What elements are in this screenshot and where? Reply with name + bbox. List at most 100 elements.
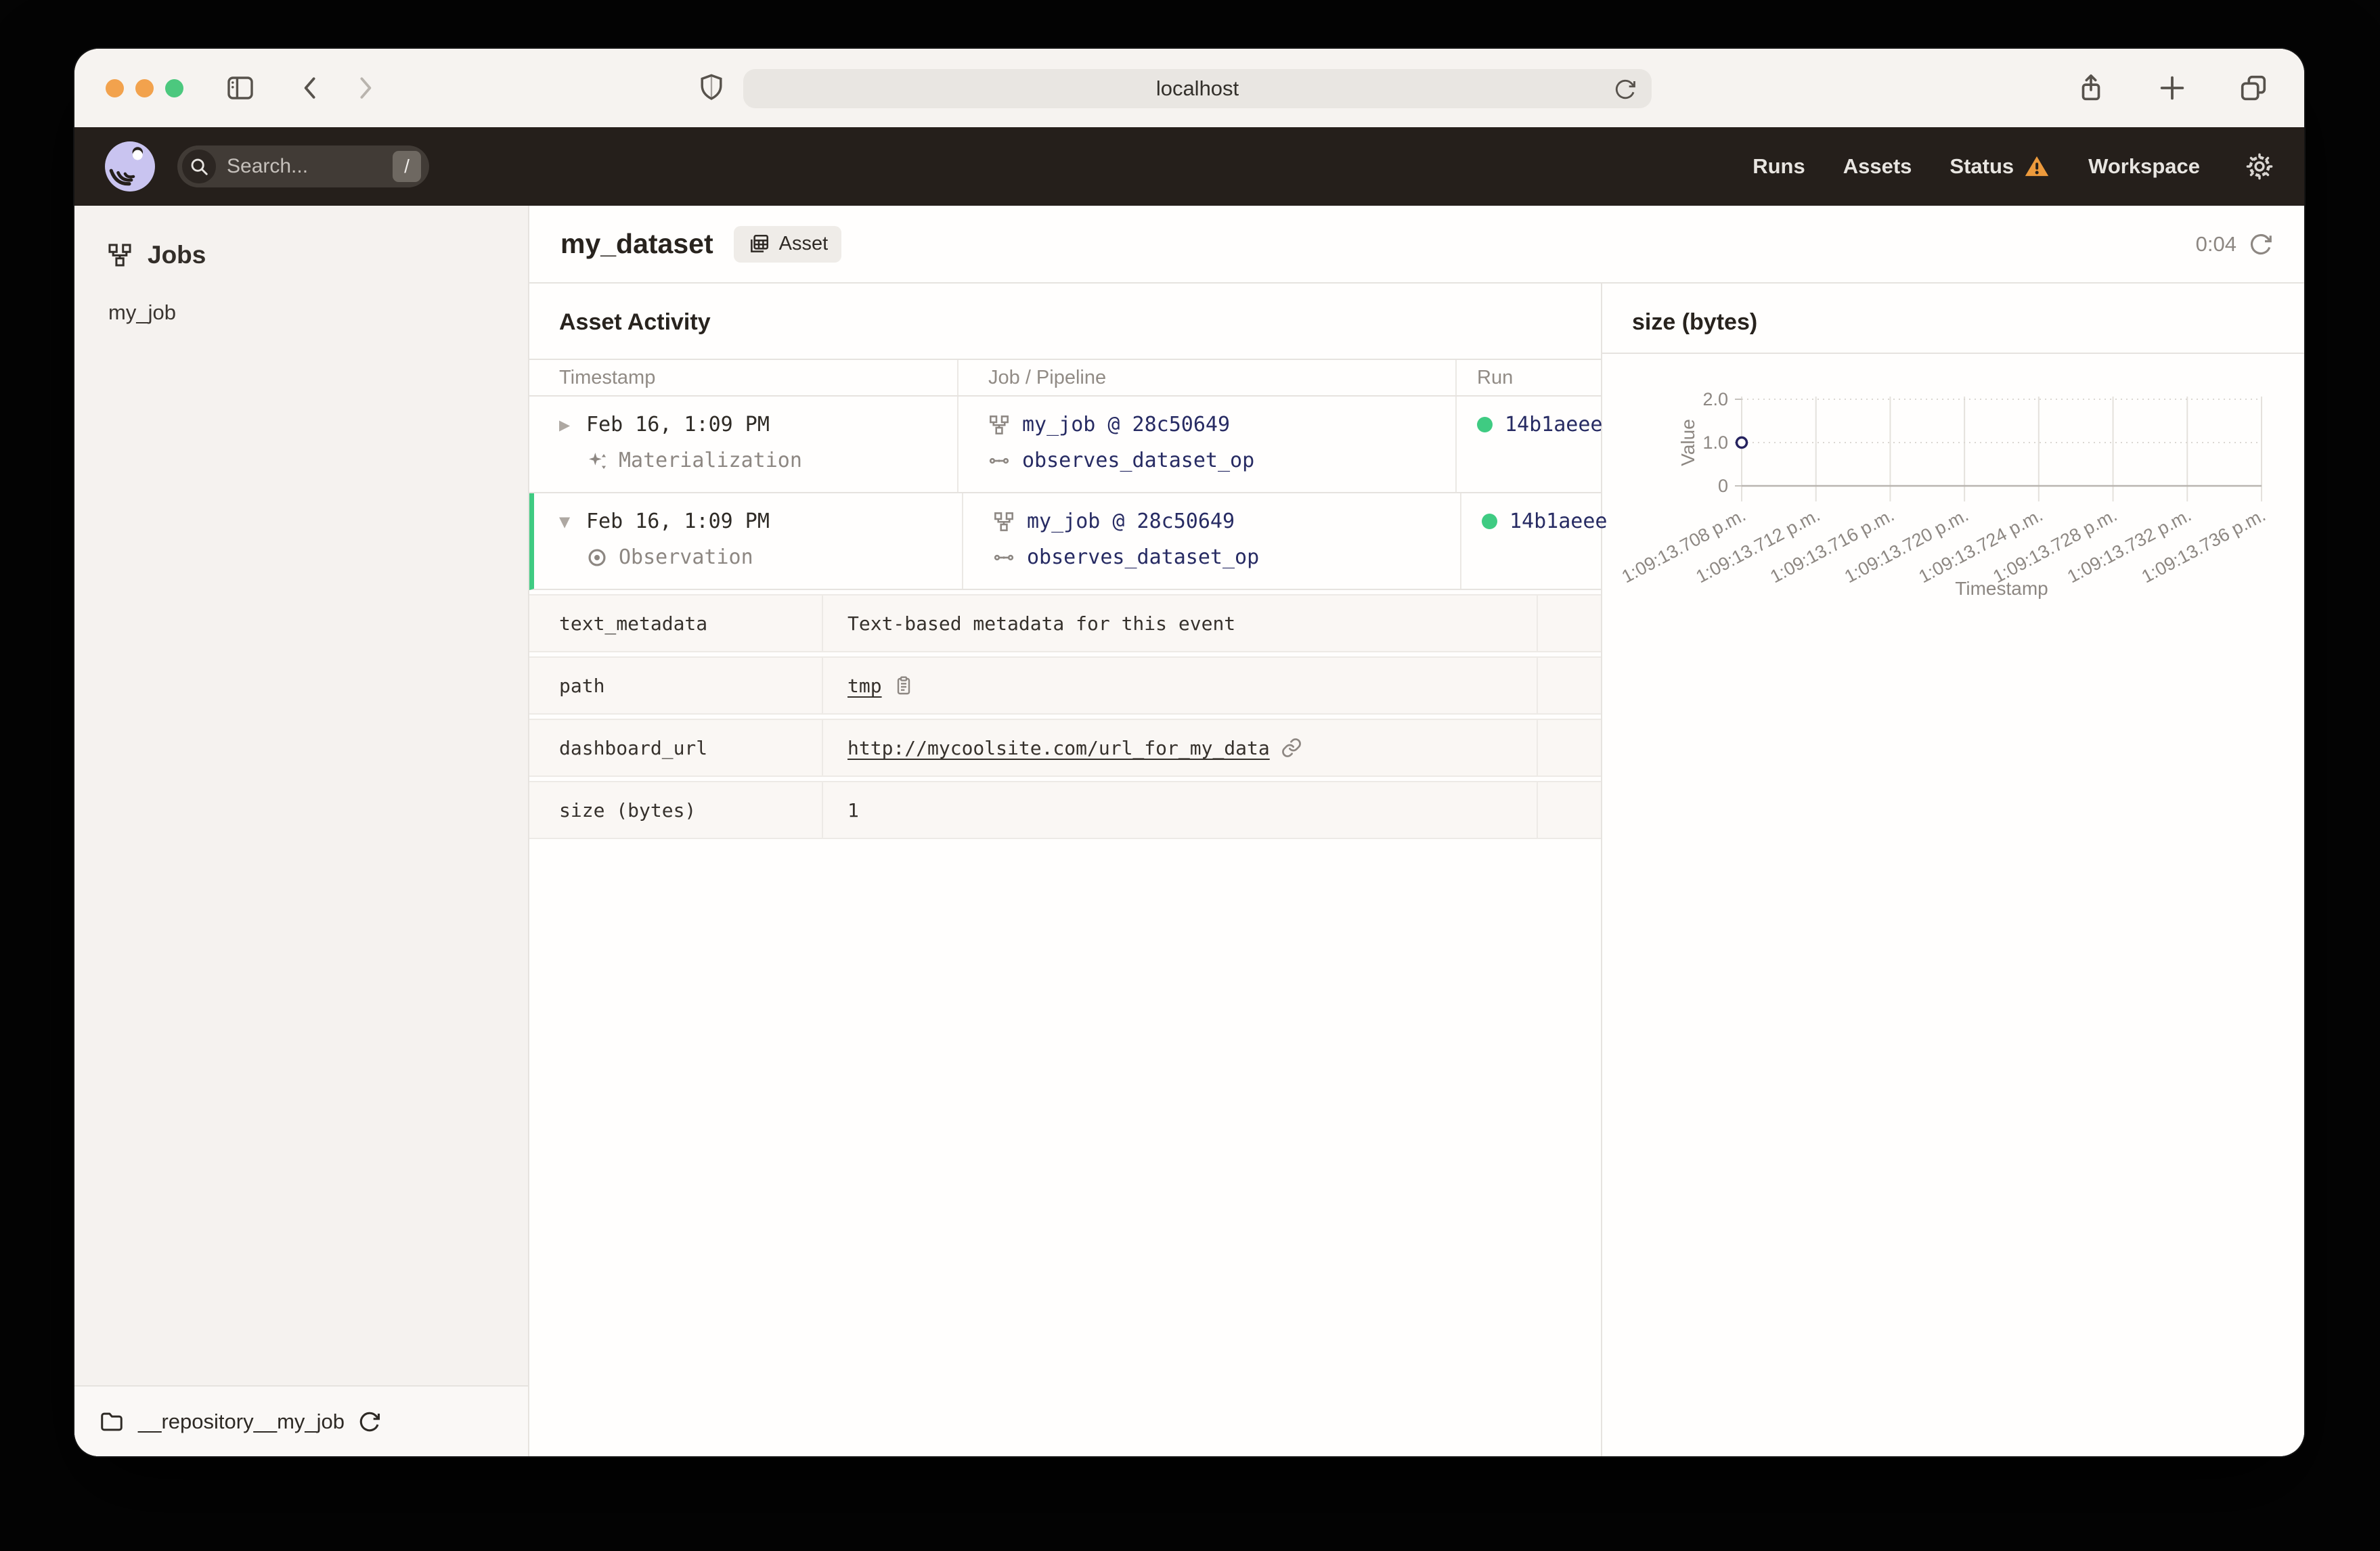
job-fork-icon: [988, 414, 1010, 436]
run-status-dot: [1482, 514, 1497, 529]
browser-window: localhost Search... / Runs Assets Status…: [74, 49, 2304, 1456]
table-row-materialization: ▶ Feb 16, 1:09 PM Materialization my_job…: [529, 397, 1603, 493]
collapse-row-icon[interactable]: ▼: [559, 514, 575, 530]
minimize-window-button[interactable]: [135, 78, 154, 97]
size-bytes-chart-pane: size (bytes) 0 1.0 2.0 1:09:13.708 p.m. 1:09…: [1602, 284, 2304, 1456]
reload-page-icon[interactable]: [1614, 78, 1637, 101]
share-icon[interactable]: [2075, 72, 2107, 104]
path-link[interactable]: tmp: [847, 675, 882, 697]
nav-status[interactable]: Status: [1949, 153, 2050, 180]
event-type: Observation: [619, 545, 753, 569]
event-metadata-table: text_metadata Text-based metadata for th…: [529, 594, 1601, 839]
fork-jobs-icon: [107, 242, 133, 268]
metadata-key: path: [529, 658, 823, 713]
svg-text:2.0: 2.0: [1702, 389, 1728, 409]
external-link-chain-icon[interactable]: [1281, 737, 1302, 759]
url-text: localhost: [1155, 76, 1239, 100]
search-shortcut-key: /: [393, 151, 421, 182]
op-link[interactable]: observes_dataset_op: [1027, 545, 1259, 569]
sidebar-toggle-icon[interactable]: [224, 72, 257, 104]
asset-activity-title: Asset Activity: [559, 309, 711, 335]
col-job-pipeline: Job / Pipeline: [958, 360, 1457, 395]
nav-workspace[interactable]: Workspace: [2088, 154, 2200, 179]
address-bar[interactable]: localhost: [743, 69, 1652, 108]
warning-triangle-icon: [2023, 153, 2050, 180]
event-timestamp: Feb 16, 1:09 PM: [586, 510, 770, 533]
metadata-row-size-bytes: size (bytes) 1: [529, 781, 1601, 839]
search-icon: [182, 150, 216, 183]
metadata-row-dashboard-url: dashboard_url http://mycoolsite.com/url_…: [529, 719, 1601, 777]
jobs-sidebar: Jobs my_job __repository__my_job: [74, 206, 529, 1456]
back-button[interactable]: [296, 73, 326, 103]
svg-text:1:09:13.716 p.m.: 1:09:13.716 p.m.: [1767, 505, 1897, 587]
traffic-lights: [106, 78, 183, 97]
new-tab-icon[interactable]: [2157, 72, 2188, 104]
sidebar-item-my-job[interactable]: my_job: [74, 300, 528, 325]
repository-footer: __repository__my_job: [74, 1385, 528, 1456]
nav-runs[interactable]: Runs: [1753, 154, 1805, 179]
search-input[interactable]: [227, 155, 393, 178]
svg-text:1.0: 1.0: [1702, 432, 1728, 453]
asset-table-icon: [747, 233, 770, 256]
global-search[interactable]: /: [177, 145, 429, 187]
run-status-dot: [1477, 417, 1493, 432]
forward-button[interactable]: [350, 73, 380, 103]
svg-text:1:09:13.724 p.m.: 1:09:13.724 p.m.: [1916, 505, 2046, 587]
op-link[interactable]: observes_dataset_op: [1022, 449, 1254, 472]
metadata-key: dashboard_url: [529, 720, 823, 776]
svg-text:Timestamp: Timestamp: [1955, 578, 2048, 599]
metadata-row-text-metadata: text_metadata Text-based metadata for th…: [529, 594, 1601, 652]
dashboard-url-link[interactable]: http://mycoolsite.com/url_for_my_data: [847, 737, 1270, 759]
metadata-key: size (bytes): [529, 782, 823, 838]
dagster-logo[interactable]: [104, 141, 156, 192]
op-icon: [993, 547, 1015, 568]
svg-text:1:09:13.736 p.m.: 1:09:13.736 p.m.: [2138, 505, 2269, 587]
page-title: my_dataset: [560, 228, 713, 259]
metadata-row-path: path tmp: [529, 656, 1601, 715]
col-timestamp: Timestamp: [529, 360, 958, 395]
app-header: / Runs Assets Status Workspace: [74, 127, 2304, 206]
asset-tag-label: Asset: [778, 233, 829, 254]
dagit-app: / Runs Assets Status Workspace: [74, 127, 2304, 1456]
svg-text:1:09:13.732 p.m.: 1:09:13.732 p.m.: [2064, 505, 2195, 587]
svg-text:1:09:13.708 p.m.: 1:09:13.708 p.m.: [1618, 505, 1749, 587]
chart-title: size (bytes): [1602, 284, 2304, 354]
svg-text:1:09:13.720 p.m.: 1:09:13.720 p.m.: [1841, 505, 1972, 587]
materialization-icon: [586, 450, 608, 472]
refresh-icon[interactable]: [2249, 232, 2273, 256]
asset-tag[interactable]: Asset: [733, 225, 842, 263]
sidebar-title: Jobs: [148, 241, 206, 269]
observation-eye-icon: [586, 547, 608, 568]
tab-overview-icon[interactable]: [2238, 72, 2269, 104]
metadata-key: text_metadata: [529, 595, 823, 651]
zoom-window-button[interactable]: [165, 78, 183, 97]
svg-text:1:09:13.712 p.m.: 1:09:13.712 p.m.: [1693, 505, 1824, 587]
job-link[interactable]: my_job @ 28c50649: [1027, 510, 1235, 533]
metadata-value: 1: [847, 799, 859, 822]
svg-text:0: 0: [1718, 476, 1728, 496]
event-timestamp: Feb 16, 1:09 PM: [586, 413, 770, 436]
size-bytes-chart: 0 1.0 2.0 1:09:13.708 p.m. 1:09:13.712 p.m. 1…: [1602, 354, 2304, 658]
folder-icon: [99, 1409, 125, 1435]
browser-toolbar: localhost: [74, 49, 2304, 127]
svg-text:1:09:13.728 p.m.: 1:09:13.728 p.m.: [1989, 505, 2120, 587]
metadata-value: Text-based metadata for this event: [847, 612, 1236, 635]
run-link[interactable]: 14b1aeee: [1509, 510, 1608, 533]
settings-gear-icon[interactable]: [2245, 152, 2274, 181]
reload-repository-icon[interactable]: [358, 1410, 381, 1433]
expand-row-icon[interactable]: ▶: [559, 417, 575, 433]
op-icon: [988, 450, 1010, 472]
refresh-timer: 0:04: [2195, 231, 2236, 256]
job-fork-icon: [993, 511, 1015, 533]
close-window-button[interactable]: [106, 78, 124, 97]
activity-table-header: Timestamp Job / Pipeline Run: [529, 359, 1601, 397]
job-link[interactable]: my_job @ 28c50649: [1022, 413, 1230, 436]
privacy-shield-icon[interactable]: [696, 72, 727, 103]
copy-clipboard-icon[interactable]: [893, 675, 914, 696]
col-run: Run: [1477, 366, 1514, 388]
asset-header: my_dataset Asset 0:04: [529, 206, 2304, 284]
run-link[interactable]: 14b1aeee: [1505, 413, 1603, 436]
nav-assets[interactable]: Assets: [1843, 154, 1912, 179]
asset-activity-pane: Asset Activity Timestamp Job / Pipeline …: [529, 284, 1608, 1456]
svg-text:Value: Value: [1677, 419, 1698, 466]
